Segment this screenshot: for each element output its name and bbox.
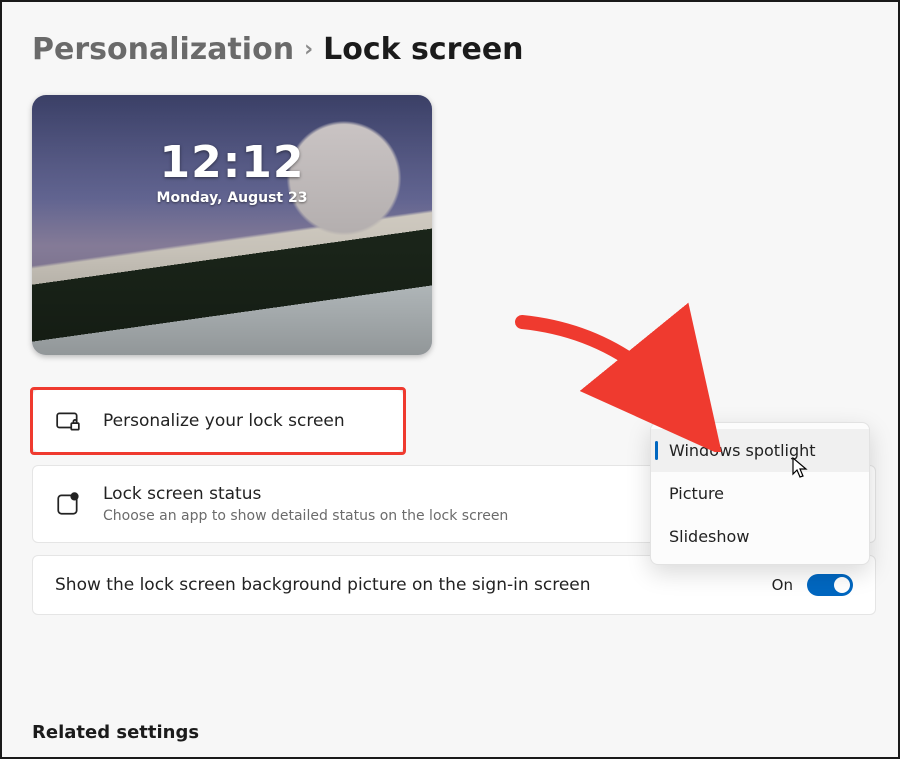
dropdown-option-slideshow[interactable]: Slideshow — [651, 515, 869, 558]
breadcrumb-current: Lock screen — [323, 32, 523, 67]
status-title: Lock screen status — [103, 484, 508, 504]
personalize-title: Personalize your lock screen — [103, 411, 345, 431]
toggle-label: On — [772, 576, 793, 594]
preview-date: Monday, August 23 — [157, 190, 308, 206]
chevron-right-icon: › — [304, 37, 313, 62]
app-status-icon — [55, 491, 81, 517]
signin-title: Show the lock screen background picture … — [55, 575, 591, 595]
lock-screen-preview[interactable]: 12:12 Monday, August 23 — [32, 95, 432, 355]
screen-lock-icon — [55, 408, 81, 434]
signin-toggle[interactable] — [807, 574, 853, 596]
personalize-dropdown[interactable]: Windows spotlight Picture Slideshow — [650, 422, 870, 565]
dropdown-option-spotlight[interactable]: Windows spotlight — [651, 429, 869, 472]
dropdown-option-picture[interactable]: Picture — [651, 472, 869, 515]
settings-page: Personalization › Lock screen 12:12 Mond… — [0, 0, 900, 759]
status-subtitle: Choose an app to show detailed status on… — [103, 508, 508, 524]
related-settings-heading: Related settings — [32, 722, 199, 743]
personalize-lock-screen-row[interactable]: Personalize your lock screen — [32, 389, 404, 453]
breadcrumb-parent[interactable]: Personalization — [32, 32, 294, 67]
breadcrumb: Personalization › Lock screen — [32, 32, 876, 67]
preview-time: 12:12 — [159, 137, 304, 188]
